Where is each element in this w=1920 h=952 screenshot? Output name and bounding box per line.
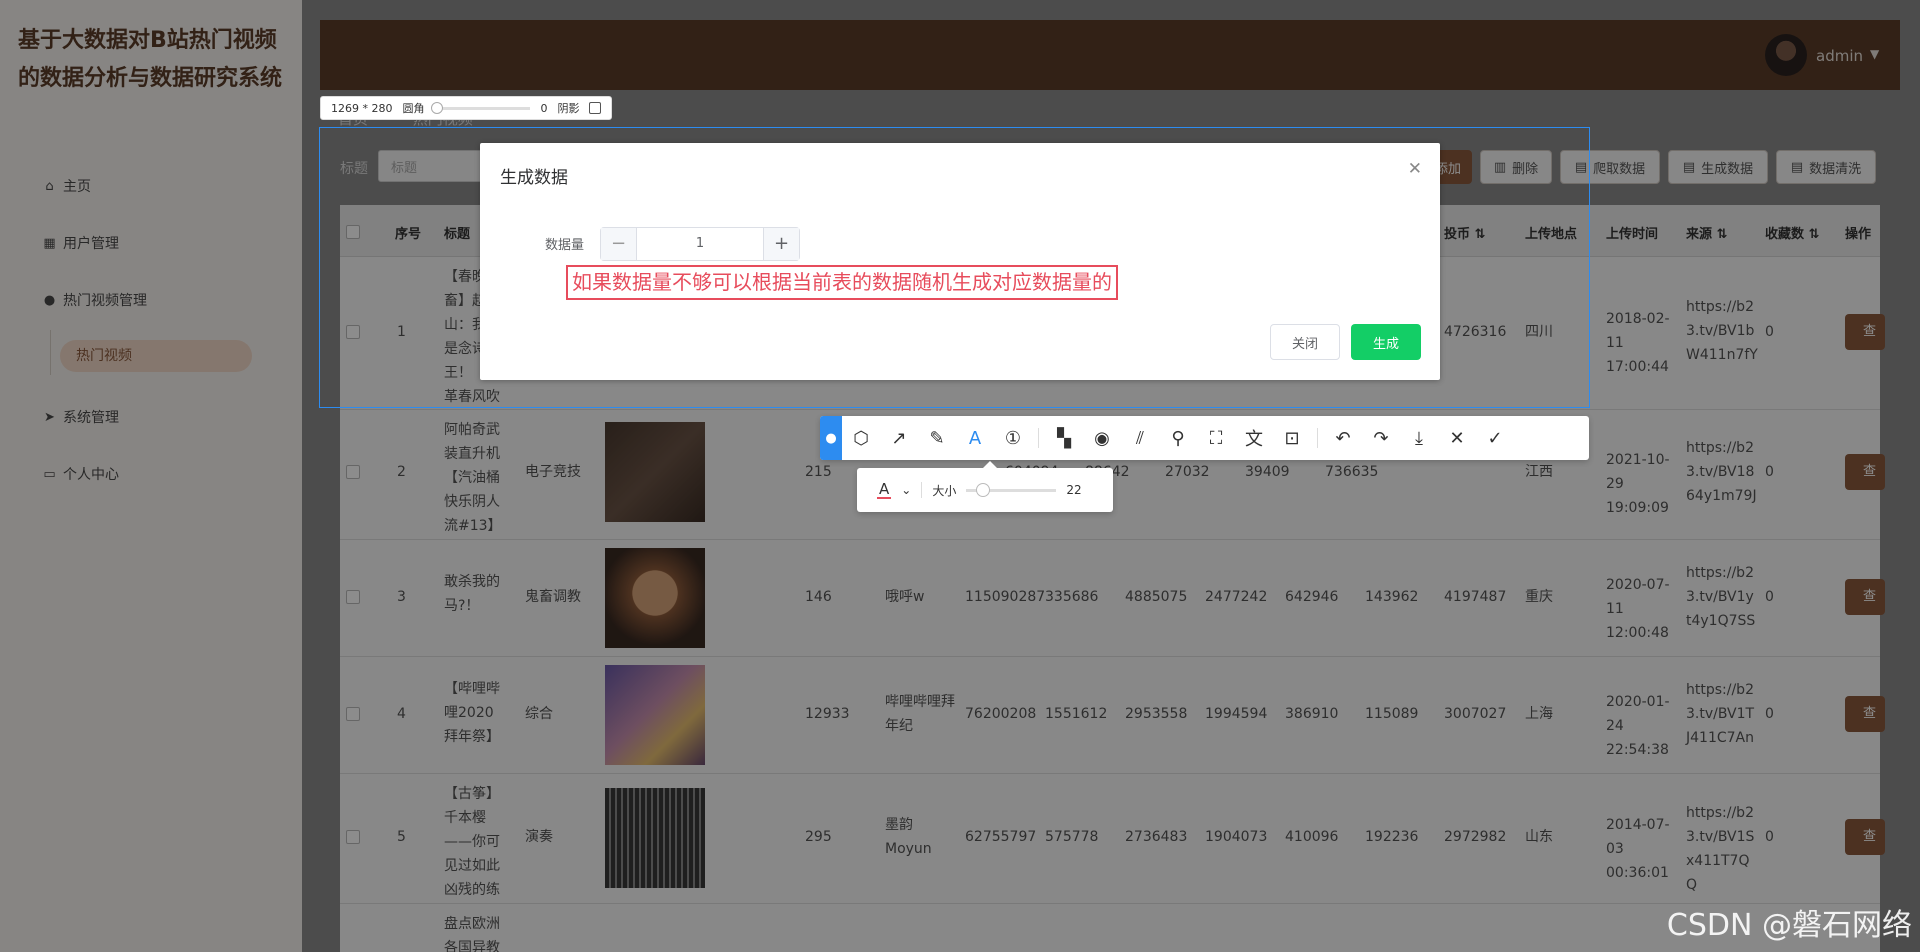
size-slider[interactable] — [966, 482, 1057, 497]
size-label: 大小 — [932, 483, 957, 498]
confirm-icon[interactable]: ✓ — [1476, 416, 1514, 460]
subbar-pointer — [983, 461, 997, 468]
watermark: CSDN @磐石网络 — [1666, 908, 1912, 943]
size-slider-knob[interactable] — [976, 482, 991, 497]
shape-tool-icon[interactable]: ⬡ — [842, 416, 880, 460]
radius-value: 0 — [540, 101, 548, 115]
mosaic-tool-icon[interactable]: ▚ — [1045, 416, 1083, 460]
text-tool-icon[interactable]: A — [956, 416, 994, 460]
download-icon[interactable]: ⤓ — [1400, 416, 1438, 460]
capture-selection[interactable] — [319, 127, 1590, 408]
radius-slider-knob[interactable] — [431, 101, 444, 114]
scan-icon[interactable]: ⛶ — [1197, 416, 1235, 460]
cancel-icon[interactable]: ✕ — [1438, 416, 1476, 460]
ocr-icon[interactable]: ⊡ — [1273, 416, 1311, 460]
capture-info-bar: 1269 * 280 圆角 0 阴影 — [320, 96, 613, 120]
eraser-tool-icon[interactable]: ⫽ — [1121, 416, 1159, 460]
font-color-icon[interactable]: A — [877, 481, 892, 499]
chevron-down-icon[interactable]: ⌄ — [901, 483, 911, 497]
pen-tool-icon[interactable]: ✎ — [918, 416, 956, 460]
subbar-divider — [921, 482, 923, 498]
toolbar-divider — [1038, 428, 1039, 448]
capture-dimensions: 1269 * 280 — [331, 101, 393, 115]
radius-slider[interactable] — [431, 101, 531, 114]
translate-icon[interactable]: 文 — [1235, 416, 1273, 460]
redo-icon[interactable]: ↷ — [1362, 416, 1400, 460]
arrow-tool-icon[interactable]: ↗ — [880, 416, 918, 460]
shadow-checkbox[interactable] — [589, 102, 602, 114]
shadow-label: 阴影 — [557, 102, 580, 115]
pin-icon[interactable]: ⚲ — [1159, 416, 1197, 460]
undo-icon[interactable]: ↶ — [1324, 416, 1362, 460]
penguin-icon[interactable]: ● — [820, 416, 842, 460]
radius-label: 圆角 — [402, 102, 425, 115]
size-value: 22 — [1066, 483, 1082, 497]
annotation-toolbar: ● ⬡ ↗ ✎ A ① ▚ ◉ ⫽ ⚲ ⛶ 文 ⊡ ↶ ↷ ⤓ ✕ ✓ — [820, 416, 1589, 460]
toolbar-divider — [1317, 428, 1318, 448]
number-tool-icon[interactable]: ① — [994, 416, 1032, 460]
blur-tool-icon[interactable]: ◉ — [1083, 416, 1121, 460]
text-options-bar: A ⌄ 大小 22 — [857, 461, 1113, 512]
